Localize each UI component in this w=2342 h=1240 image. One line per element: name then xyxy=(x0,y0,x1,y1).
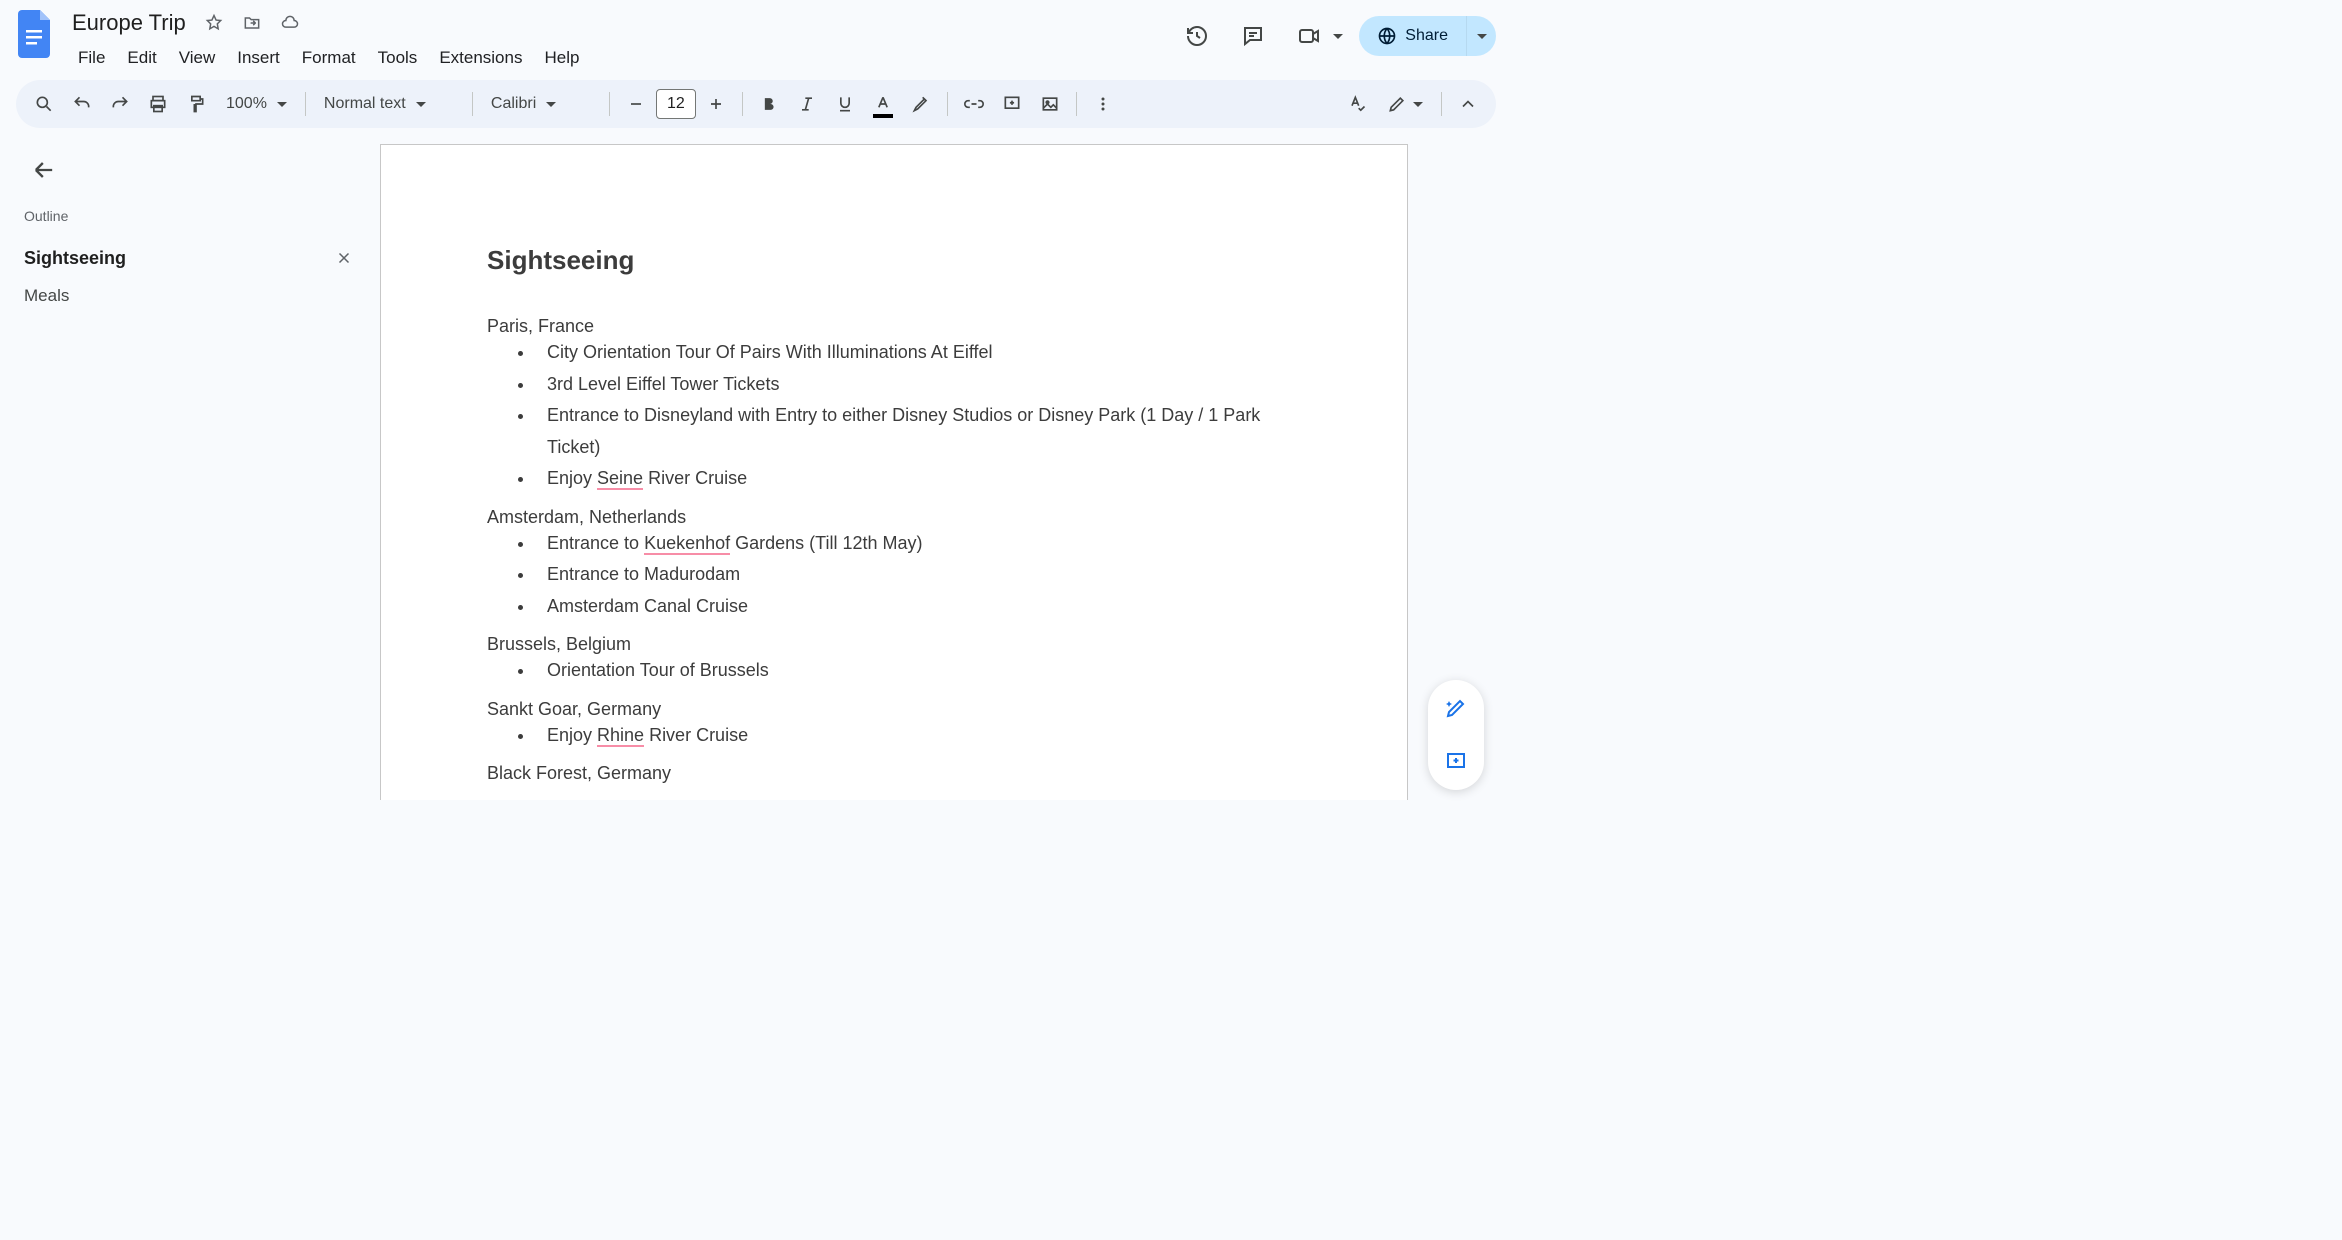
share-dropdown-button[interactable] xyxy=(1466,16,1496,56)
insert-image-button[interactable] xyxy=(1032,86,1068,122)
location-heading: Sankt Goar, Germany xyxy=(487,695,1301,720)
star-button[interactable] xyxy=(200,9,228,37)
location-heading: Brussels, Belgium xyxy=(487,630,1301,655)
ai-fab[interactable] xyxy=(1436,688,1476,728)
editing-mode-select[interactable] xyxy=(1377,86,1433,122)
underline-button[interactable] xyxy=(827,86,863,122)
caret-down-icon xyxy=(1333,34,1343,39)
close-icon[interactable] xyxy=(332,246,356,270)
font-select[interactable]: Calibri xyxy=(481,86,601,122)
add-comment-button[interactable] xyxy=(994,86,1030,122)
spelling-error[interactable]: Rhine xyxy=(597,725,644,747)
collapse-toolbar-button[interactable] xyxy=(1450,86,1486,122)
outline-item-label: Meals xyxy=(24,286,69,306)
history-button[interactable] xyxy=(1177,16,1217,56)
menu-file[interactable]: File xyxy=(68,42,115,74)
italic-button[interactable] xyxy=(789,86,825,122)
menu-format[interactable]: Format xyxy=(292,42,366,74)
zoom-select[interactable]: 100% xyxy=(216,86,297,122)
list-item: Entrance to Disneyland with Entry to eit… xyxy=(535,400,1301,463)
spelling-error[interactable]: Seine xyxy=(597,468,643,490)
share-button[interactable]: Share xyxy=(1359,16,1466,56)
font-value: Calibri xyxy=(491,95,536,113)
menu-help[interactable]: Help xyxy=(534,42,589,74)
comments-button[interactable] xyxy=(1233,16,1273,56)
move-button[interactable] xyxy=(238,9,266,37)
menu-bar: FileEditViewInsertFormatToolsExtensionsH… xyxy=(68,38,1177,74)
add-comment-fab[interactable] xyxy=(1436,742,1476,782)
outline-title: Outline xyxy=(24,208,356,224)
undo-button[interactable] xyxy=(64,86,100,122)
location-heading: Black Forest, Germany xyxy=(487,759,1301,784)
heading-sightseeing: Sightseeing xyxy=(487,245,1301,276)
link-button[interactable] xyxy=(956,86,992,122)
spellcheck-button[interactable] xyxy=(1339,86,1375,122)
list-item: City Orientation Tour Of Pairs With Illu… xyxy=(535,337,1301,369)
font-size-input[interactable]: 12 xyxy=(656,89,696,119)
print-button[interactable] xyxy=(140,86,176,122)
toolbar: 100% Normal text Calibri 12 xyxy=(16,80,1496,128)
text-color-button[interactable] xyxy=(865,86,901,122)
bold-button[interactable] xyxy=(751,86,787,122)
list-item: Enjoy Seine River Cruise xyxy=(535,463,1301,495)
list-item: Orientation Tour of Brussels xyxy=(535,655,1301,687)
outline-sidebar: Outline Sightseeing Meals xyxy=(0,136,380,800)
zoom-value: 100% xyxy=(226,95,267,113)
spelling-error[interactable]: Kuekenhof xyxy=(644,533,730,555)
menu-view[interactable]: View xyxy=(169,42,226,74)
outline-item-meals[interactable]: Meals xyxy=(24,278,356,314)
fab-group xyxy=(1428,680,1484,790)
document-title[interactable]: Europe Trip xyxy=(68,10,190,36)
redo-button[interactable] xyxy=(102,86,138,122)
menu-insert[interactable]: Insert xyxy=(227,42,290,74)
paragraph-style-select[interactable]: Normal text xyxy=(314,86,464,122)
outline-item-label: Sightseeing xyxy=(24,248,126,269)
cloud-status-icon[interactable] xyxy=(276,9,304,37)
highlight-button[interactable] xyxy=(903,86,939,122)
meet-button[interactable] xyxy=(1289,16,1343,56)
more-button[interactable] xyxy=(1085,86,1121,122)
location-heading: Paris, France xyxy=(487,312,1301,337)
menu-extensions[interactable]: Extensions xyxy=(429,42,532,74)
decrease-font-button[interactable] xyxy=(618,86,654,122)
list-item: 3rd Level Eiffel Tower Tickets xyxy=(535,369,1301,401)
location-heading: Amsterdam, Netherlands xyxy=(487,503,1301,528)
list-item: Enjoy Rhine River Cruise xyxy=(535,720,1301,752)
increase-font-button[interactable] xyxy=(698,86,734,122)
list-item: Entrance to Kuekenhof Gardens (Till 12th… xyxy=(535,528,1301,560)
list-item: Entrance to Madurodam xyxy=(535,559,1301,591)
outline-back-button[interactable] xyxy=(24,150,64,190)
docs-logo[interactable] xyxy=(16,8,56,60)
paragraph-style-value: Normal text xyxy=(324,95,406,113)
paint-format-button[interactable] xyxy=(178,86,214,122)
outline-item-sightseeing[interactable]: Sightseeing xyxy=(24,238,356,278)
share-label: Share xyxy=(1405,27,1448,45)
menu-tools[interactable]: Tools xyxy=(368,42,428,74)
menu-edit[interactable]: Edit xyxy=(117,42,166,74)
search-button[interactable] xyxy=(26,86,62,122)
document-page[interactable]: Sightseeing Paris, FranceCity Orientatio… xyxy=(380,144,1408,800)
list-item: Amsterdam Canal Cruise xyxy=(535,591,1301,623)
